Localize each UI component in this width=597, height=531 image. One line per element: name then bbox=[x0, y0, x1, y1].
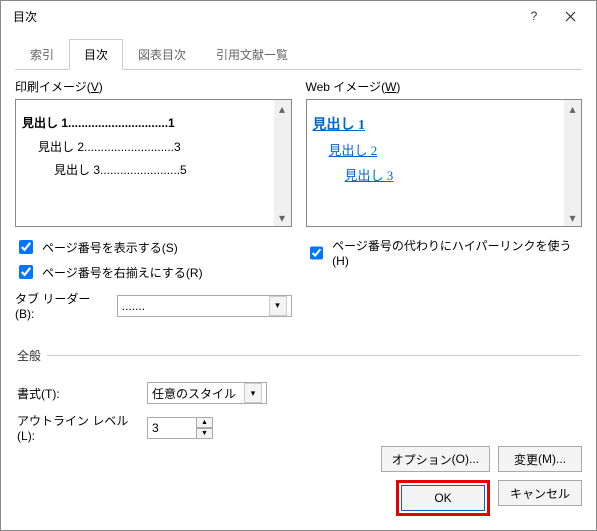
print-preview: 見出し 1..............................1 見出し… bbox=[15, 99, 292, 227]
tab-leader-label: タブ リーダー(B): bbox=[15, 290, 107, 321]
web-preview-label: Web イメージ(W) bbox=[306, 78, 583, 95]
scroll-down-icon[interactable]: ▾ bbox=[564, 209, 581, 226]
tab-figures[interactable]: 図表目次 bbox=[123, 39, 201, 70]
help-button[interactable]: ? bbox=[516, 2, 552, 30]
chevron-down-icon: ▾ bbox=[244, 383, 262, 403]
checkbox-use-hyperlinks[interactable]: ページ番号の代わりにハイパーリンクを使う(H) bbox=[306, 237, 583, 268]
format-select[interactable]: 任意のスタイル ▾ bbox=[147, 382, 267, 404]
checkbox-show-page-numbers[interactable]: ページ番号を表示する(S) bbox=[15, 237, 292, 257]
tab-strip: 索引 目次 図表目次 引用文献一覧 bbox=[15, 39, 582, 70]
ok-button[interactable]: OK bbox=[401, 485, 485, 511]
format-label: 書式(T): bbox=[17, 385, 137, 402]
print-preview-label: 印刷イメージ(V) bbox=[15, 78, 292, 95]
cancel-button[interactable]: キャンセル bbox=[498, 480, 582, 506]
close-button[interactable] bbox=[552, 2, 588, 30]
tab-citations[interactable]: 引用文献一覧 bbox=[201, 39, 303, 70]
ok-highlight: OK bbox=[396, 480, 490, 516]
modify-button[interactable]: 変更(M)... bbox=[498, 446, 582, 472]
tab-index[interactable]: 索引 bbox=[15, 39, 69, 70]
tab-toc[interactable]: 目次 bbox=[69, 39, 123, 70]
outline-level-label: アウトライン レベル(L): bbox=[17, 412, 137, 443]
tab-leader-select[interactable]: ....... ▾ bbox=[117, 295, 292, 317]
web-preview: 見出し 1 見出し 2 見出し 3 ▴ ▾ bbox=[306, 99, 583, 227]
dialog-title: 目次 bbox=[9, 8, 516, 25]
scroll-up-icon[interactable]: ▴ bbox=[274, 100, 291, 117]
chevron-down-icon: ▾ bbox=[269, 296, 287, 316]
spin-up-icon[interactable]: ▲ bbox=[197, 417, 213, 428]
general-group-label: 全般 bbox=[17, 347, 47, 364]
scroll-up-icon[interactable]: ▴ bbox=[564, 100, 581, 117]
scrollbar[interactable]: ▴ ▾ bbox=[274, 100, 291, 226]
checkbox-right-align-page-numbers[interactable]: ページ番号を右揃えにする(R) bbox=[15, 262, 292, 282]
spin-down-icon[interactable]: ▼ bbox=[197, 428, 213, 439]
options-button[interactable]: オプション(O)... bbox=[381, 446, 490, 472]
outline-level-spinner[interactable]: 3 ▲▼ bbox=[147, 417, 213, 439]
scroll-down-icon[interactable]: ▾ bbox=[274, 209, 291, 226]
scrollbar[interactable]: ▴ ▾ bbox=[564, 100, 581, 226]
